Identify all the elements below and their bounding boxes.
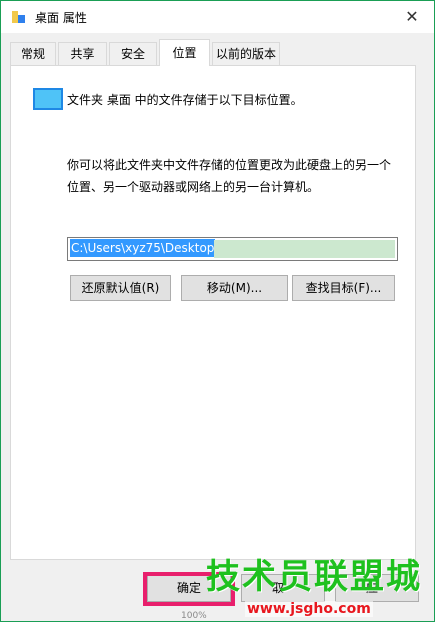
watermark-extra: 城 bbox=[386, 557, 422, 597]
location-info-text: 文件夹 桌面 中的文件存储于以下目标位置。 bbox=[67, 93, 303, 107]
watermark-url: www.jsgho.com bbox=[245, 601, 373, 617]
description-line-2: 位置、另一个驱动器或网络上的另一台计算机。 bbox=[67, 180, 320, 194]
watermark-brand: 技术员联盟城 bbox=[206, 549, 422, 598]
location-description: 你可以将此文件夹中文件存储的位置更改为此硬盘上的另一个 位置、另一个驱动器或网络… bbox=[67, 154, 397, 198]
description-line-1: 你可以将此文件夹中文件存储的位置更改为此硬盘上的另一个 bbox=[67, 158, 392, 172]
folder-icon bbox=[12, 11, 25, 23]
path-value: C:\Users\xyz75\Desktop bbox=[70, 239, 216, 257]
path-field[interactable]: C:\Users\xyz75\Desktop bbox=[67, 237, 398, 261]
title-bar: 桌面 属性 ✕ bbox=[1, 1, 434, 33]
properties-dialog: 桌面 属性 ✕ 常规 共享 安全 位置 以前的版本 文件夹 桌面 中的文件存储于… bbox=[0, 0, 435, 622]
zoom-hint: 100% bbox=[181, 611, 207, 621]
tab-sharing[interactable]: 共享 bbox=[58, 42, 107, 65]
path-field-highlight bbox=[214, 240, 395, 258]
location-panel: 文件夹 桌面 中的文件存储于以下目标位置。 你可以将此文件夹中文件存储的位置更改… bbox=[10, 65, 416, 560]
restore-default-button[interactable]: 还原默认值(R) bbox=[70, 275, 171, 301]
close-button[interactable]: ✕ bbox=[390, 1, 434, 33]
watermark-brand-text: 技术员联盟 bbox=[206, 557, 386, 597]
window-title: 桌面 属性 bbox=[35, 11, 87, 25]
tab-security[interactable]: 安全 bbox=[109, 42, 157, 65]
tab-general[interactable]: 常规 bbox=[10, 42, 56, 65]
move-button[interactable]: 移动(M)... bbox=[181, 275, 288, 301]
tab-location[interactable]: 位置 bbox=[159, 39, 210, 66]
find-target-button[interactable]: 查找目标(F)... bbox=[292, 275, 395, 301]
desktop-folder-icon bbox=[33, 88, 63, 110]
tab-previous-versions[interactable]: 以前的版本 bbox=[212, 42, 280, 65]
